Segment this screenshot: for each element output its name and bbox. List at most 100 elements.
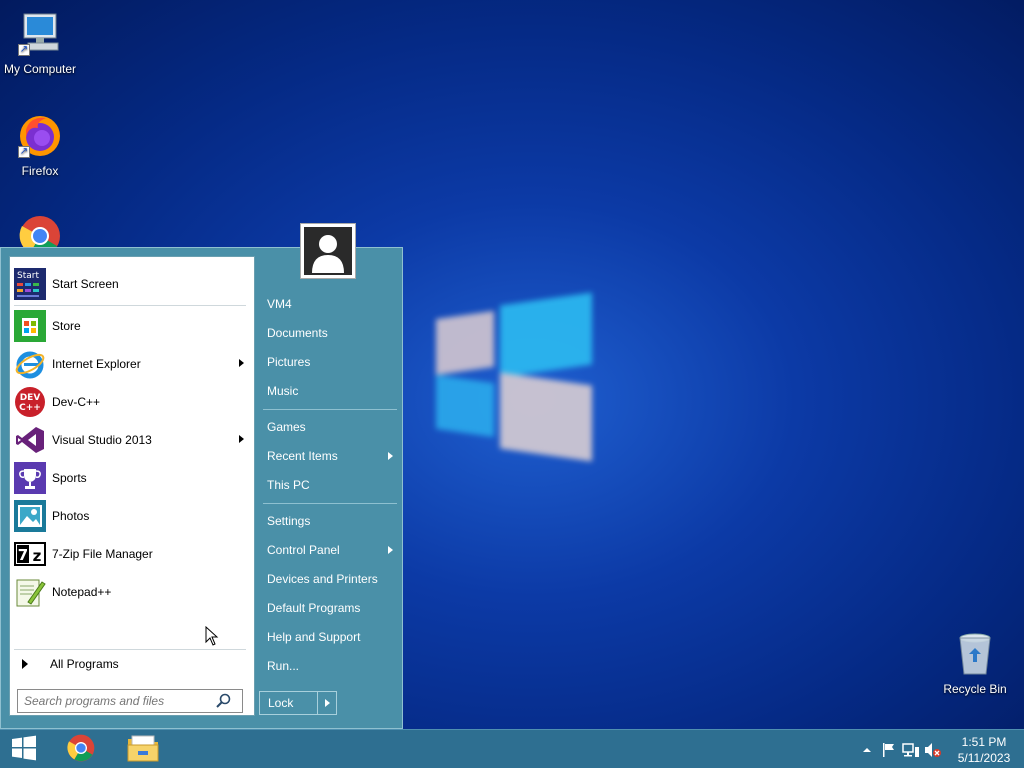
windows-start-icon bbox=[10, 734, 38, 765]
program-label: Dev-C++ bbox=[52, 395, 101, 409]
store-icon bbox=[14, 310, 46, 342]
submenu-arrow-icon bbox=[388, 452, 393, 460]
visual-studio-icon bbox=[14, 424, 46, 456]
submenu-arrow-icon bbox=[239, 359, 244, 367]
network-icon[interactable] bbox=[900, 739, 922, 761]
desktop-icon-label: My Computer bbox=[3, 62, 77, 76]
program-label: Visual Studio 2013 bbox=[52, 433, 152, 447]
svg-text:z: z bbox=[33, 547, 42, 565]
taskbar-file-explorer-button[interactable] bbox=[118, 730, 168, 768]
start-link-pictures[interactable]: Pictures bbox=[259, 349, 399, 375]
desktop-icon-firefox[interactable]: ↗ Firefox bbox=[0, 112, 80, 178]
program-7zip-file-manager[interactable]: 7 z 7-Zip File Manager bbox=[14, 537, 250, 571]
all-programs-button[interactable]: All Programs bbox=[14, 653, 250, 675]
program-start-screen[interactable]: Start Start Screen bbox=[14, 267, 250, 301]
link-label: Recent Items bbox=[267, 449, 338, 463]
program-store[interactable]: Store bbox=[14, 309, 250, 343]
start-link-run[interactable]: Run... bbox=[259, 653, 399, 679]
start-link-music[interactable]: Music bbox=[259, 378, 399, 404]
desktop-icon-label: Recycle Bin bbox=[943, 682, 1007, 696]
program-label: Internet Explorer bbox=[52, 357, 141, 371]
start-button[interactable] bbox=[0, 730, 48, 768]
chrome-icon bbox=[65, 732, 97, 767]
action-center-flag-icon[interactable] bbox=[878, 739, 900, 761]
start-menu: Start Start Screen Store Internet Explor… bbox=[0, 247, 403, 729]
desktop-icon-my-computer[interactable]: ↗ My Computer bbox=[0, 10, 80, 76]
submenu-arrow-icon bbox=[239, 435, 244, 443]
link-label: Default Programs bbox=[267, 601, 361, 615]
start-link-default-programs[interactable]: Default Programs bbox=[259, 595, 399, 621]
user-avatar[interactable] bbox=[300, 223, 356, 279]
file-explorer-icon bbox=[126, 733, 160, 766]
taskbar-clock[interactable]: 1:51 PM 5/11/2023 bbox=[944, 734, 1024, 766]
link-label: Settings bbox=[267, 514, 311, 528]
start-screen-icon: Start bbox=[14, 268, 46, 300]
submenu-arrow-icon bbox=[388, 546, 393, 554]
link-label: Run... bbox=[267, 659, 300, 673]
start-link-this-pc[interactable]: This PC bbox=[259, 472, 399, 498]
divider bbox=[14, 649, 246, 650]
link-label: This PC bbox=[267, 478, 310, 492]
all-programs-label: All Programs bbox=[50, 657, 119, 671]
power-options-button[interactable] bbox=[318, 699, 336, 707]
chevron-right-icon bbox=[324, 699, 330, 707]
show-hidden-icons-button[interactable] bbox=[856, 739, 878, 761]
7zip-icon: 7 z bbox=[14, 538, 46, 570]
svg-text:7: 7 bbox=[18, 546, 28, 564]
trophy-icon bbox=[14, 462, 46, 494]
program-visual-studio-2013[interactable]: Visual Studio 2013 bbox=[14, 423, 250, 457]
start-link-help-and-support[interactable]: Help and Support bbox=[259, 624, 399, 650]
taskbar: 1:51 PM 5/11/2023 bbox=[0, 729, 1024, 768]
svg-text:Start: Start bbox=[17, 271, 39, 281]
search-input[interactable] bbox=[18, 694, 214, 708]
program-notepad-plus-plus[interactable]: Notepad++ bbox=[14, 575, 250, 609]
computer-icon: ↗ bbox=[16, 10, 64, 58]
svg-text:C++: C++ bbox=[19, 403, 41, 413]
taskbar-chrome-button[interactable] bbox=[58, 730, 104, 768]
program-label: Photos bbox=[52, 509, 90, 523]
desktop-icon-recycle-bin[interactable]: Recycle Bin bbox=[935, 630, 1015, 696]
program-label: Notepad++ bbox=[52, 585, 112, 599]
svg-text:DEV: DEV bbox=[20, 393, 41, 403]
divider bbox=[263, 409, 397, 410]
link-label: Help and Support bbox=[267, 630, 361, 644]
photos-icon bbox=[14, 500, 46, 532]
firefox-icon: ↗ bbox=[16, 112, 64, 160]
start-link-recent-items[interactable]: Recent Items bbox=[259, 443, 399, 469]
program-label: Sports bbox=[52, 471, 87, 485]
search-icon[interactable] bbox=[214, 691, 234, 711]
link-label: Devices and Printers bbox=[267, 572, 378, 586]
internet-explorer-icon bbox=[14, 348, 46, 380]
program-photos[interactable]: Photos bbox=[14, 499, 250, 533]
program-label: Start Screen bbox=[52, 277, 119, 291]
expand-arrow-icon bbox=[22, 659, 28, 669]
devcpp-icon: DEV C++ bbox=[14, 386, 46, 418]
program-sports[interactable]: Sports bbox=[14, 461, 250, 495]
start-link-documents[interactable]: Documents bbox=[259, 320, 399, 346]
desktop-icon-label: Firefox bbox=[21, 164, 59, 178]
search-box[interactable] bbox=[17, 689, 243, 713]
divider bbox=[263, 503, 397, 504]
user-silhouette-icon bbox=[304, 227, 352, 275]
program-label: 7-Zip File Manager bbox=[52, 547, 153, 561]
lock-button-group: Lock bbox=[259, 691, 337, 715]
start-link-vm4[interactable]: VM4 bbox=[259, 291, 399, 317]
mouse-cursor-icon bbox=[205, 625, 219, 649]
program-dev-cpp[interactable]: DEV C++ Dev-C++ bbox=[14, 385, 250, 419]
start-link-games[interactable]: Games bbox=[259, 414, 399, 440]
link-label: Games bbox=[267, 420, 306, 434]
system-tray: 1:51 PM 5/11/2023 bbox=[856, 730, 1024, 768]
volume-muted-icon[interactable] bbox=[922, 739, 944, 761]
link-label: Music bbox=[267, 384, 299, 398]
program-internet-explorer[interactable]: Internet Explorer bbox=[14, 347, 250, 381]
link-label: Pictures bbox=[267, 355, 311, 369]
divider bbox=[14, 305, 246, 306]
lock-button[interactable]: Lock bbox=[260, 692, 318, 714]
clock-date: 5/11/2023 bbox=[957, 750, 1011, 765]
notepadpp-icon bbox=[14, 576, 46, 608]
link-label: Control Panel bbox=[267, 543, 340, 557]
start-link-control-panel[interactable]: Control Panel bbox=[259, 537, 399, 563]
link-label: Documents bbox=[267, 326, 328, 340]
start-link-devices-and-printers[interactable]: Devices and Printers bbox=[259, 566, 399, 592]
start-link-settings[interactable]: Settings bbox=[259, 508, 399, 534]
